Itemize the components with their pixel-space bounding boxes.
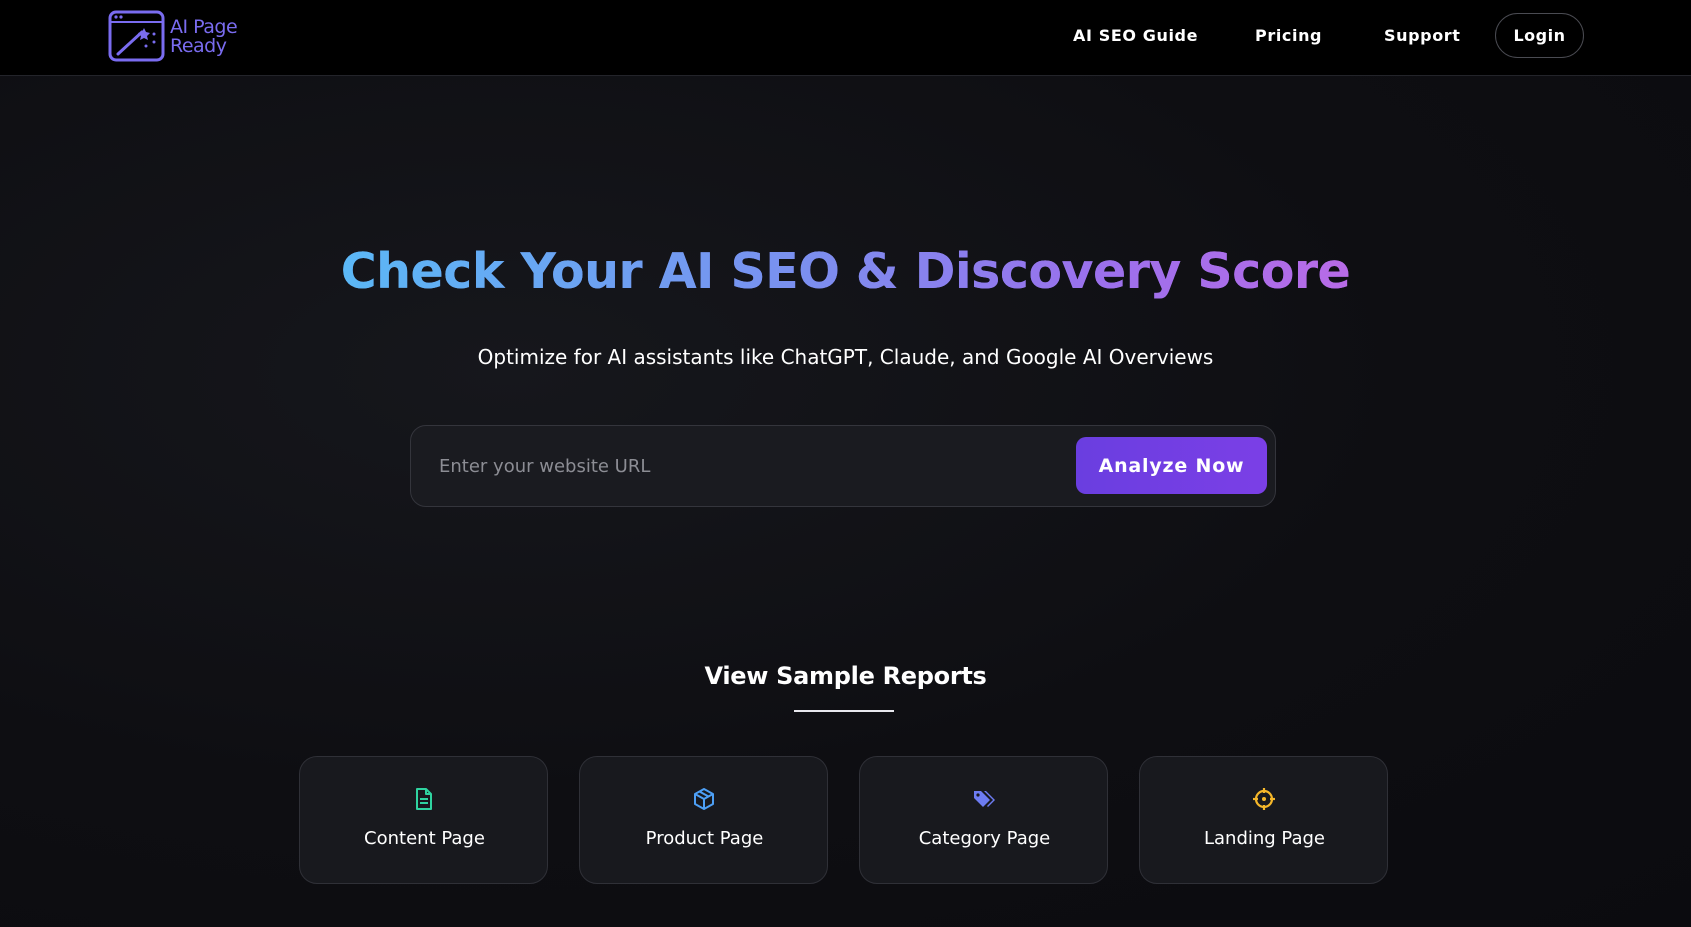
hero-subtitle: Optimize for AI assistants like ChatGPT,…: [477, 345, 1214, 369]
nav-pricing[interactable]: Pricing: [1255, 26, 1322, 45]
tags-icon: [974, 791, 995, 807]
card-label: Category Page: [918, 828, 1051, 849]
site-header: AI Page Ready AI SEO Guide Pricing Suppo…: [0, 0, 1691, 76]
hero-title: Check Your AI SEO & Discovery Score: [0, 242, 1691, 302]
login-button[interactable]: Login: [1495, 13, 1584, 58]
hero-title-text: Check Your AI SEO & Discovery Score: [340, 243, 1351, 300]
sample-card-content-page[interactable]: Content Page: [299, 756, 548, 884]
nav-ai-seo-guide[interactable]: AI SEO Guide: [1073, 26, 1198, 45]
sample-card-landing-page[interactable]: Landing Page: [1139, 756, 1388, 884]
analyze-now-button[interactable]: Analyze Now: [1076, 437, 1267, 494]
nav-support[interactable]: Support: [1384, 26, 1461, 45]
crosshair-icon: [1253, 788, 1275, 810]
brand-logo[interactable]: AI Page Ready: [108, 10, 258, 62]
website-url-input[interactable]: [439, 446, 1049, 486]
card-label: Content Page: [364, 828, 485, 849]
card-label: Landing Page: [1203, 828, 1326, 849]
brand-name-line2: Ready: [170, 35, 227, 57]
section-underline: [794, 710, 894, 712]
brand-name: AI Page Ready: [170, 18, 238, 57]
url-search-box: Analyze Now: [410, 425, 1276, 507]
cube-icon: [694, 788, 714, 810]
document-icon: [416, 788, 432, 810]
browser-wand-icon: [108, 10, 165, 62]
card-label: Product Page: [645, 828, 764, 849]
sample-reports-title: View Sample Reports: [704, 662, 987, 690]
sample-card-product-page[interactable]: Product Page: [579, 756, 828, 884]
sample-card-category-page[interactable]: Category Page: [859, 756, 1108, 884]
